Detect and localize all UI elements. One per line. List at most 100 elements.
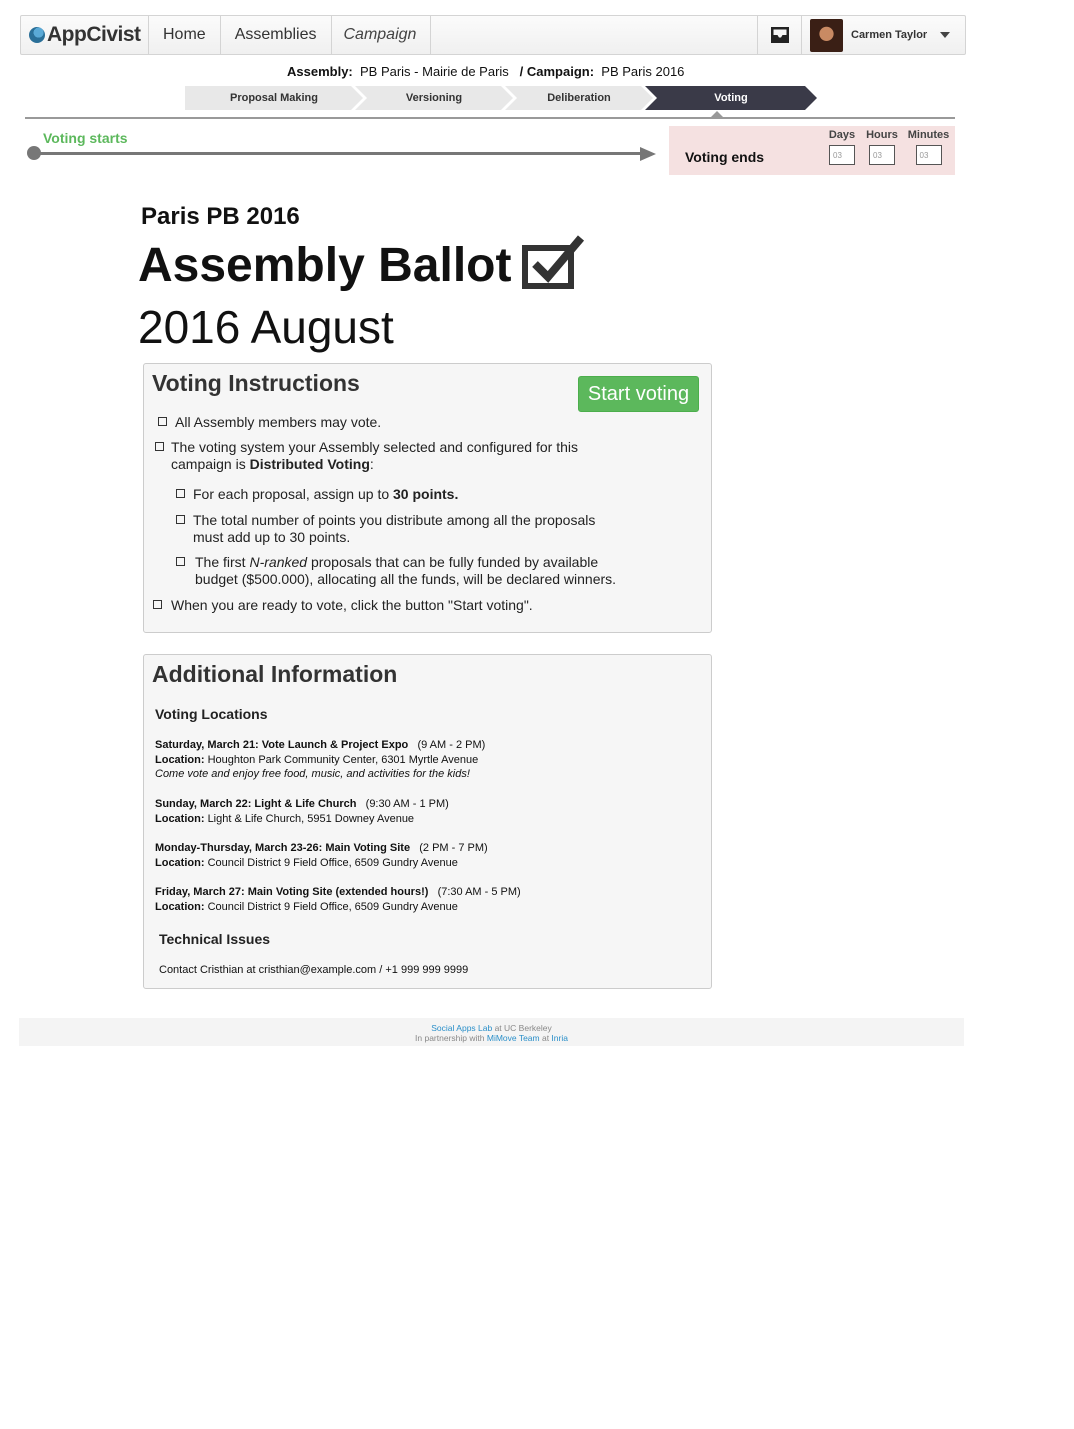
instructions-title: Voting Instructions [152,370,360,396]
instruction-line: must add up to 30 points. [193,529,351,545]
active-stage-pointer [711,111,723,117]
instruction-line: The total number of points you distribut… [193,512,596,528]
location-time: (7:30 AM - 5 PM) [437,886,521,898]
bullet-icon [155,442,164,451]
location-line: Friday, March 27: Main Voting Site (exte… [155,885,521,900]
instruction-text: : [369,456,374,472]
footer-text: In partnership with [415,1033,487,1043]
countdown-hours-value: 03 [869,145,895,165]
instruction-emphasis: N-ranked [249,554,308,570]
checkbox-checked-icon [522,235,585,289]
countdown-minutes: Minutes 03 [906,129,951,165]
chevron-down-icon [940,32,950,38]
location-time: (9:30 AM - 1 PM) [365,798,449,810]
location-event: Monday-Thursday, March 23-26: Main Votin… [155,842,411,854]
nav-campaign[interactable]: Campaign [332,16,432,54]
footer-line: In partnership with MiMove Team at Inria [19,1033,964,1043]
nav-assemblies[interactable]: Assemblies [221,16,332,54]
countdown-hours-label: Hours [866,129,898,141]
voting-instructions-panel: Voting Instructions Start voting All Ass… [143,363,712,633]
instruction-text: proposals that can be fully funded by av… [307,554,599,570]
voting-ends-label: Voting ends [685,149,765,165]
stage-deliberation[interactable]: Deliberation [505,86,653,110]
location-place: Houghton Park Community Center, 6301 Myr… [207,753,479,766]
bullet-icon [158,417,167,426]
instruction-line: budget ($500.000), allocating all the fu… [195,571,617,587]
start-voting-button[interactable]: Start voting [578,376,699,412]
instruction-subitem: The first N-ranked proposals that can be… [195,554,616,588]
voting-locations-title: Voting Locations [155,706,268,722]
app-logo-text: AppCivist [47,23,141,46]
stage-versioning[interactable]: Versioning [355,86,513,110]
countdown-days-value: 03 [829,145,855,165]
inbox-icon [770,27,789,43]
ballot-date: 2016 August [138,301,394,353]
bullet-icon [176,557,185,566]
bullet-icon [153,600,162,609]
footer-line: Social Apps Lab at UC Berkeley [19,1023,964,1033]
location-note: Come vote and enjoy free food, music, an… [155,768,470,780]
mimove-team-link[interactable]: MiMove Team [487,1033,540,1043]
instruction-text: The first [195,554,250,570]
location-label: Location: [155,856,205,869]
countdown-minutes-label: Minutes [907,129,950,141]
location-place: Council District 9 Field Office, 6509 Gu… [207,856,458,869]
location-event: Sunday, March 22: Light & Life Church [155,798,357,810]
inria-link[interactable]: Inria [551,1033,568,1043]
user-name: Carmen Taylor [851,29,928,41]
page-title: Assembly Ballot [138,239,512,292]
location-place: Light & Life Church, 5951 Downey Avenue [207,812,415,825]
stage-proposal-making[interactable]: Proposal Making [185,86,363,110]
instruction-item: When you are ready to vote, click the bu… [171,597,533,613]
instruction-line: campaign is Distributed Voting: [171,456,578,473]
footer-text: at UC Berkeley [492,1023,552,1033]
instruction-subitem: For each proposal, assign up to 30 point… [193,486,458,503]
inbox-button[interactable] [758,16,802,54]
campaign-value[interactable]: PB Paris 2016 [601,64,684,79]
voting-system-name: Distributed Voting [249,456,370,472]
additional-information-panel: Additional Information Voting Locations … [143,654,712,989]
location-label: Location: [155,812,205,825]
technical-issues-title: Technical Issues [159,931,271,947]
location-place: Council District 9 Field Office, 6509 Gu… [207,900,458,913]
social-apps-lab-link[interactable]: Social Apps Lab [431,1023,492,1033]
location-label: Location: [155,753,205,766]
bullet-icon [176,515,185,524]
location-entry: Friday, March 27: Main Voting Site (exte… [155,885,521,914]
timeline-arrow-icon [640,147,656,161]
location-label: Location: [155,900,205,913]
stage-voting[interactable]: Voting [645,86,817,110]
instruction-text: campaign is [171,456,250,472]
nav-home[interactable]: Home [149,16,221,54]
additional-info-title: Additional Information [152,661,398,687]
location-event: Saturday, March 21: Vote Launch & Projec… [155,739,409,751]
countdown-days-label: Days [828,129,856,141]
instruction-text: For each proposal, assign up to [193,486,394,502]
assembly-value[interactable]: PB Paris - Mairie de Paris [360,64,509,79]
location-entry: Sunday, March 22: Light & Life Church (9… [155,797,449,826]
footer-text: at [539,1033,552,1043]
instruction-line: The voting system your Assembly selected… [171,439,578,455]
location-time: (9 AM - 2 PM) [417,739,486,751]
campaign-stages: Proposal Making Versioning Deliberation … [185,86,809,110]
app-logo[interactable]: AppCivist [21,16,149,54]
location-line: Saturday, March 21: Vote Launch & Projec… [155,738,485,753]
timeline-start-dot [27,146,41,160]
location-line: Location: Houghton Park Community Center… [155,753,485,768]
appcivist-logo-icon [29,27,45,43]
location-entry: Saturday, March 21: Vote Launch & Projec… [155,738,485,782]
voting-starts-label: Voting starts [43,130,128,146]
location-line: Location: Council District 9 Field Offic… [155,856,488,871]
location-time: (2 PM - 7 PM) [419,842,488,854]
assembly-campaign-breadcrumb: Assembly: PB Paris - Mairie de Paris / C… [287,64,684,79]
instruction-item-voting-system: The voting system your Assembly selected… [171,439,578,473]
points-limit: 30 points. [393,486,459,502]
location-line: Location: Light & Life Church, 5951 Down… [155,812,449,827]
countdown-hours: Hours 03 [862,129,902,165]
timeline-line [40,152,642,155]
location-entry: Monday-Thursday, March 23-26: Main Votin… [155,841,488,870]
top-navbar: AppCivist Home Assemblies Campaign Carme… [20,15,966,55]
instruction-subitem: The total number of points you distribut… [193,512,595,546]
technical-contact: Contact Cristhian at cristhian@example.c… [159,964,469,976]
user-menu[interactable]: Carmen Taylor [802,16,965,54]
